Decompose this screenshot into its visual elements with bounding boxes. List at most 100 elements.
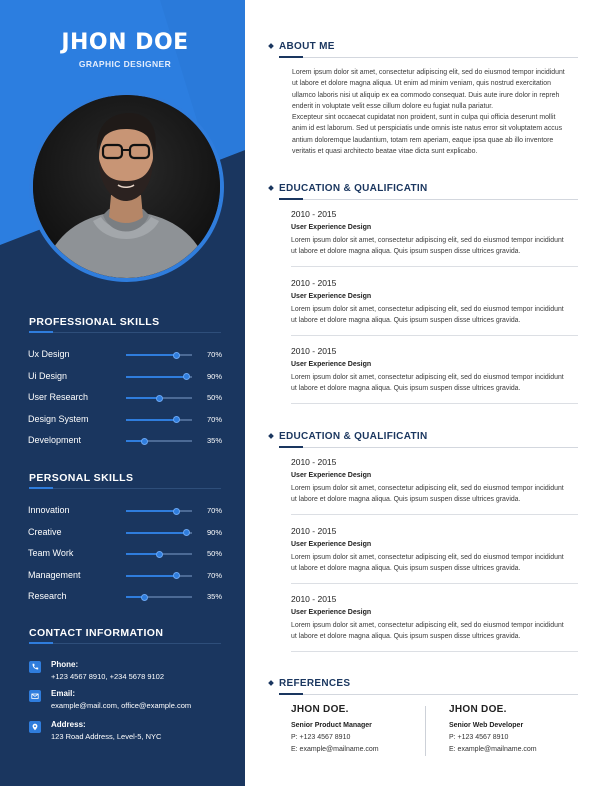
- skill-label: Management: [28, 569, 81, 580]
- about-divider: [279, 56, 578, 58]
- references-title: REFERENCES: [279, 678, 351, 689]
- education-degree: User Experience Design: [291, 609, 372, 616]
- skill-bar-knob: [172, 416, 180, 423]
- skill-bar-knob: [155, 394, 163, 402]
- skill-label: Design System: [28, 413, 89, 424]
- skill-row: Development 35%: [28, 435, 223, 447]
- reference-email[interactable]: E: example@mailname.com: [291, 745, 431, 755]
- education-description: Lorem ipsum dolor sit amet, consectetur …: [291, 485, 564, 504]
- education-years: 2010 - 2015: [291, 457, 337, 467]
- skill-bar-track: [126, 351, 192, 359]
- education-entry: 2010 - 2015 User Experience Design Lorem i…: [291, 209, 578, 258]
- reference-title: Senior Product Manager: [291, 722, 372, 729]
- education-description: Lorem ipsum dolor sit amet, consectetur …: [291, 237, 564, 256]
- education-entry: 2010 - 2015 User Experience Design Lorem i…: [291, 346, 578, 395]
- education-separator: [291, 334, 578, 336]
- skill-percent: 35%: [207, 592, 223, 601]
- skill-row: Team Work 50%: [28, 548, 223, 560]
- skill-bar-knob: [140, 437, 148, 445]
- skill-bar-fill: [126, 397, 159, 399]
- skill-row: Creative 90%: [28, 527, 223, 539]
- education-separator: [291, 582, 578, 584]
- education-degree: User Experience Design: [291, 224, 372, 231]
- education-entry: 2010 - 2015 User Experience Design Lorem i…: [291, 457, 578, 506]
- skill-bar-track: [126, 437, 192, 445]
- education-separator: [291, 266, 578, 267]
- education-separator: [291, 403, 578, 404]
- reference-card: JHON DOE. Senior Product Manager P: +123…: [291, 704, 431, 755]
- phone-label: Phone:: [51, 660, 79, 669]
- skill-bar-track: [126, 394, 192, 402]
- skill-percent: 70%: [207, 414, 223, 424]
- skill-percent: 90%: [207, 371, 223, 381]
- education-years: 2010 - 2015: [291, 346, 337, 356]
- skill-percent: 70%: [207, 506, 223, 515]
- address-label: Address:: [51, 720, 86, 729]
- email-value[interactable]: example@mail.com, office@example.com: [51, 701, 191, 710]
- skill-bar-knob: [172, 507, 180, 515]
- skill-row: Ux Design 70%: [28, 349, 223, 361]
- education-description: Lorem ipsum dolor sit amet, consectetur …: [291, 553, 564, 572]
- education-1-bullet-icon: [268, 185, 274, 191]
- skill-row: Research 35%: [28, 591, 223, 603]
- skill-percent: 90%: [207, 527, 223, 537]
- skill-bar-fill: [126, 531, 187, 534]
- education-years: 2010 - 2015: [291, 209, 337, 219]
- candidate-name: JHON DOE: [61, 30, 189, 55]
- education-description: Lorem ipsum dolor sit amet, consectetur …: [291, 374, 564, 393]
- education-years: 2010 - 2015: [291, 594, 337, 604]
- skill-bar-fill: [126, 375, 187, 378]
- skill-bar-fill: [126, 418, 177, 421]
- skill-bar-fill: [126, 553, 159, 555]
- education-degree: User Experience Design: [291, 292, 372, 300]
- personal-skills-divider: [29, 487, 221, 489]
- address-value: 123 Road Address, Level-5, NYC: [51, 732, 162, 741]
- skill-percent: 50%: [207, 393, 223, 402]
- skill-label: Team Work: [28, 548, 74, 558]
- about-title: ABOUT ME: [279, 41, 335, 52]
- skill-row: Design System 70%: [28, 414, 223, 426]
- education-2-title: EDUCATION & QUALIFICATIN: [279, 431, 428, 442]
- reference-name: JHON DOE.: [449, 704, 507, 715]
- skill-bar-track: [126, 373, 192, 380]
- skill-row: Management 70%: [28, 570, 223, 582]
- reference-name: JHON DOE.: [291, 704, 349, 715]
- education-separator: [291, 514, 578, 515]
- contact-title: CONTACT INFORMATION: [29, 627, 164, 639]
- skill-bar-knob: [140, 593, 148, 601]
- skill-bar-track: [126, 416, 192, 423]
- education-2-bullet-icon: [268, 433, 274, 439]
- education-degree: User Experience Design: [291, 472, 372, 479]
- skill-bar-track: [126, 572, 192, 579]
- skill-bar-track: [126, 593, 192, 601]
- education-entry: 2010 - 2015 User Experience Design Lorem i…: [291, 278, 578, 327]
- reference-email[interactable]: E: example@mailname.com: [449, 745, 589, 755]
- reference-phone: P: +123 4567 8910: [449, 734, 509, 741]
- candidate-role: GRAPHIC DESIGNER: [78, 59, 172, 69]
- skill-row: User Research 50%: [28, 392, 223, 404]
- email-label: Email:: [51, 689, 76, 698]
- education-2-divider: [279, 446, 578, 448]
- reference-card: JHON DOE. Senior Web Developer P: +123 4…: [449, 704, 589, 755]
- skill-label: User Research: [28, 392, 89, 402]
- professional-skills-divider: [29, 331, 221, 333]
- skill-bar-track: [126, 550, 192, 558]
- location-pin-icon: [29, 721, 41, 733]
- reference-phone: P: +123 4567 8910: [291, 734, 351, 741]
- phone-value[interactable]: +123 4567 8910, +234 5678 9102: [51, 672, 164, 681]
- reference-title: Senior Web Developer: [449, 722, 524, 729]
- professional-skills-title: PROFESSIONAL SKILLS: [29, 316, 160, 328]
- education-1-title: EDUCATION & QUALIFICATIN: [279, 183, 428, 194]
- education-entry: 2010 - 2015 User Experience Design Lorem i…: [291, 594, 578, 643]
- references-divider: [279, 693, 578, 695]
- skill-label: Development: [28, 435, 82, 445]
- phone-icon: [29, 661, 41, 673]
- skill-bar-knob: [172, 351, 180, 359]
- skill-percent: 70%: [207, 570, 223, 580]
- education-1-divider: [279, 198, 578, 200]
- about-text: Lorem ipsum dolor sit amet, consectetur …: [292, 69, 565, 156]
- skill-percent: 35%: [207, 436, 223, 445]
- education-years: 2010 - 2015: [291, 525, 337, 536]
- skill-label: Research: [28, 591, 67, 601]
- skill-bar-track: [126, 507, 192, 515]
